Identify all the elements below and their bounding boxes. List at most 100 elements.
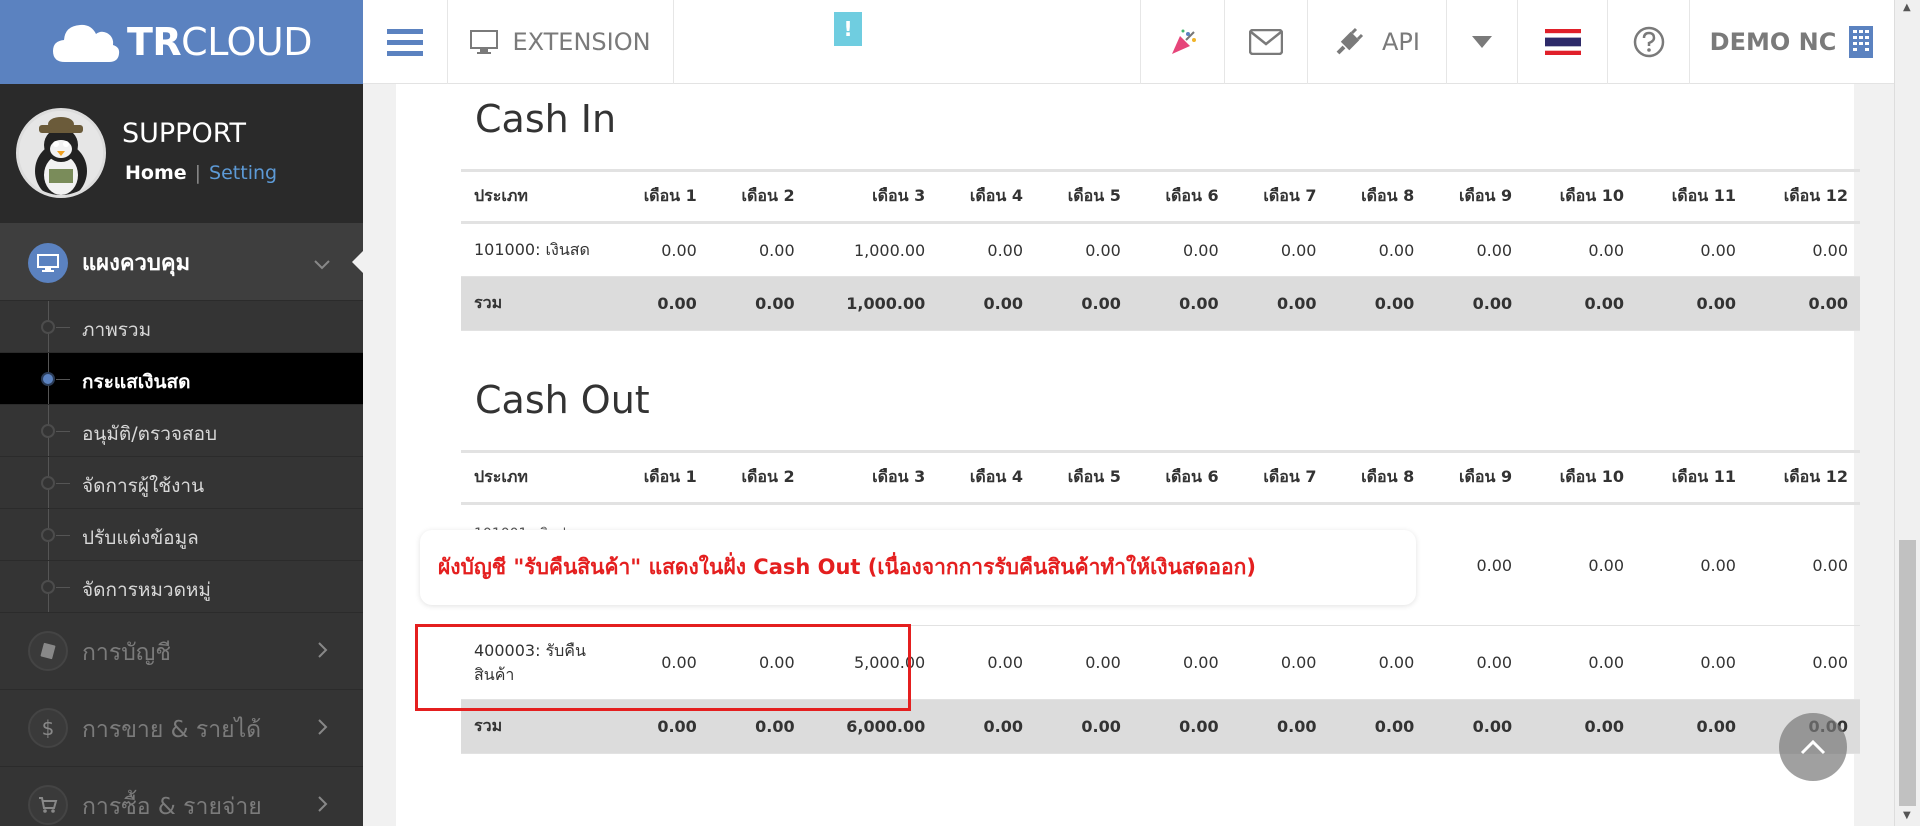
hamburger-icon bbox=[387, 29, 423, 56]
column-header: เดือน 5 bbox=[1035, 169, 1133, 224]
column-header: เดือน 11 bbox=[1636, 450, 1748, 505]
vertical-scrollbar[interactable]: ▲ ▼ bbox=[1894, 0, 1920, 826]
total-cell: 0.00 bbox=[1426, 699, 1525, 754]
column-header: เดือน 2 bbox=[708, 169, 807, 224]
mail-button[interactable] bbox=[1225, 0, 1308, 84]
building-icon bbox=[1849, 26, 1874, 58]
value-cell: 0.00 bbox=[1132, 625, 1231, 700]
help-button[interactable] bbox=[1608, 0, 1690, 84]
cash-in-table: ประเภท เดือน 1 เดือน 2 เดือน 3 เดือน 4 เ… bbox=[461, 169, 1860, 331]
column-header: เดือน 7 bbox=[1230, 450, 1329, 505]
value-cell: 0.00 bbox=[1524, 625, 1637, 700]
home-link[interactable]: Home bbox=[125, 162, 187, 184]
sidebar: SUPPORT Home | Setting แผงควบคุม ภาพรวม กร… bbox=[0, 84, 363, 826]
extension-label: EXTENSION bbox=[512, 28, 651, 56]
brand-logo[interactable]: TRCLOUD bbox=[0, 0, 363, 84]
column-header: เดือน 12 bbox=[1747, 450, 1860, 505]
sidebar-item-approval[interactable]: อนุมัติ/ตรวจสอบ bbox=[0, 404, 363, 457]
value-cell: 0.00 bbox=[1426, 222, 1525, 277]
monitor-icon bbox=[470, 30, 499, 54]
value-cell: 0.00 bbox=[937, 625, 1036, 700]
chevron-right-icon bbox=[318, 793, 328, 817]
sidebar-item-purchases[interactable]: การซื้อ & รายจ่าย bbox=[0, 766, 363, 826]
thai-flag-icon bbox=[1544, 29, 1581, 55]
column-header: เดือน 1 bbox=[611, 450, 709, 505]
penguin-avatar-icon bbox=[19, 111, 103, 195]
language-switch[interactable] bbox=[1518, 0, 1608, 84]
column-header: เดือน 12 bbox=[1747, 169, 1860, 224]
value-cell: 0.00 bbox=[937, 222, 1036, 277]
total-cell: 0.00 bbox=[1035, 276, 1133, 331]
sidebar-item-label: จัดการหมวดหมู่ bbox=[82, 579, 211, 601]
sidebar-item-label: ปรับแต่งข้อมูล bbox=[82, 527, 199, 549]
column-header: เดือน 9 bbox=[1426, 169, 1525, 224]
table-row: 101000: เงินสด 0.00 0.00 1,000.00 0.00 0… bbox=[461, 222, 1860, 277]
sidebar-item-dashboard[interactable]: แผงควบคุม bbox=[0, 223, 363, 300]
sidebar-item-overview[interactable]: ภาพรวม bbox=[0, 300, 363, 353]
total-cell: 0.00 bbox=[1230, 276, 1329, 331]
mail-icon bbox=[1249, 29, 1283, 55]
value-cell: 0.00 bbox=[1035, 625, 1133, 700]
value-cell: 0.00 bbox=[1426, 625, 1525, 700]
cart-icon bbox=[28, 785, 68, 825]
bullet-icon bbox=[41, 424, 55, 438]
column-header: เดือน 4 bbox=[937, 450, 1036, 505]
column-header: เดือน 10 bbox=[1524, 169, 1637, 224]
caret-down-icon bbox=[1472, 36, 1492, 48]
setting-link[interactable]: Setting bbox=[209, 162, 277, 184]
column-header: เดือน 9 bbox=[1426, 450, 1525, 505]
sidebar-item-customize[interactable]: ปรับแต่งข้อมูล bbox=[0, 508, 363, 561]
value-cell: 0.00 bbox=[1747, 222, 1860, 277]
link-separator: | bbox=[194, 162, 202, 184]
total-cell: 0.00 bbox=[1636, 699, 1748, 754]
sidebar-item-cashflow[interactable]: กระแสเงินสด bbox=[0, 352, 363, 405]
scroll-up-arrow-icon[interactable]: ▲ bbox=[1903, 2, 1911, 13]
value-cell: 0.00 bbox=[1132, 222, 1231, 277]
sidebar-item-label: การบัญชี bbox=[82, 640, 172, 666]
sidebar-item-users[interactable]: จัดการผู้ใช้งาน bbox=[0, 456, 363, 509]
company-menu[interactable]: DEMO NC bbox=[1690, 0, 1894, 84]
account-cell: 101000: เงินสด bbox=[461, 222, 611, 277]
column-header: เดือน 4 bbox=[937, 169, 1036, 224]
value-cell: 0.00 bbox=[1230, 222, 1329, 277]
sidebar-item-accounting[interactable]: การบัญชี bbox=[0, 612, 363, 689]
chevron-right-icon bbox=[318, 639, 328, 663]
api-label: API bbox=[1382, 28, 1420, 56]
column-header: เดือน 11 bbox=[1636, 169, 1748, 224]
menu-toggle-button[interactable] bbox=[363, 0, 448, 84]
total-cell: 0.00 bbox=[1328, 699, 1427, 754]
total-cell: 0.00 bbox=[937, 276, 1036, 331]
column-header: เดือน 6 bbox=[1132, 450, 1231, 505]
table-header-row: ประเภท เดือน 1 เดือน 2 เดือน 3 เดือน 4 เ… bbox=[461, 169, 1860, 224]
total-cell: 0.00 bbox=[1426, 276, 1525, 331]
bullet-icon bbox=[41, 580, 55, 594]
sidebar-item-sales[interactable]: $ การขาย & รายได้ bbox=[0, 689, 363, 766]
cloud-logo-icon bbox=[52, 24, 120, 62]
total-cell: 0.00 bbox=[1636, 276, 1748, 331]
total-cell: 0.00 bbox=[1132, 699, 1231, 754]
value-cell: 0.00 bbox=[1636, 625, 1748, 700]
scroll-to-top-button[interactable] bbox=[1779, 713, 1847, 781]
column-header: เดือน 10 bbox=[1524, 450, 1637, 505]
value-cell: 0.00 bbox=[708, 222, 807, 277]
total-cell: 0.00 bbox=[708, 276, 807, 331]
sidebar-item-categories[interactable]: จัดการหมวดหมู่ bbox=[0, 560, 363, 613]
company-label: DEMO NC bbox=[1709, 28, 1837, 56]
extension-button[interactable]: EXTENSION bbox=[448, 0, 674, 84]
api-button[interactable]: API bbox=[1308, 0, 1447, 84]
bullet-icon bbox=[41, 320, 55, 334]
help-icon bbox=[1633, 26, 1664, 58]
notification-button[interactable] bbox=[1140, 0, 1225, 84]
sidebar-item-label: แผงควบคุม bbox=[82, 251, 191, 276]
dollar-icon: $ bbox=[28, 708, 68, 748]
value-cell: 0.00 bbox=[611, 222, 709, 277]
scroll-down-arrow-icon[interactable]: ▼ bbox=[1903, 810, 1911, 821]
dropdown-toggle[interactable] bbox=[1447, 0, 1518, 84]
avatar[interactable] bbox=[16, 108, 106, 198]
profile-name: SUPPORT bbox=[122, 118, 247, 149]
scrollbar-thumb[interactable] bbox=[1899, 540, 1916, 806]
total-cell: 0.00 bbox=[1328, 276, 1427, 331]
cash-out-title: Cash Out bbox=[475, 378, 650, 422]
monitor-icon bbox=[28, 243, 68, 283]
column-header: เดือน 1 bbox=[611, 169, 709, 224]
